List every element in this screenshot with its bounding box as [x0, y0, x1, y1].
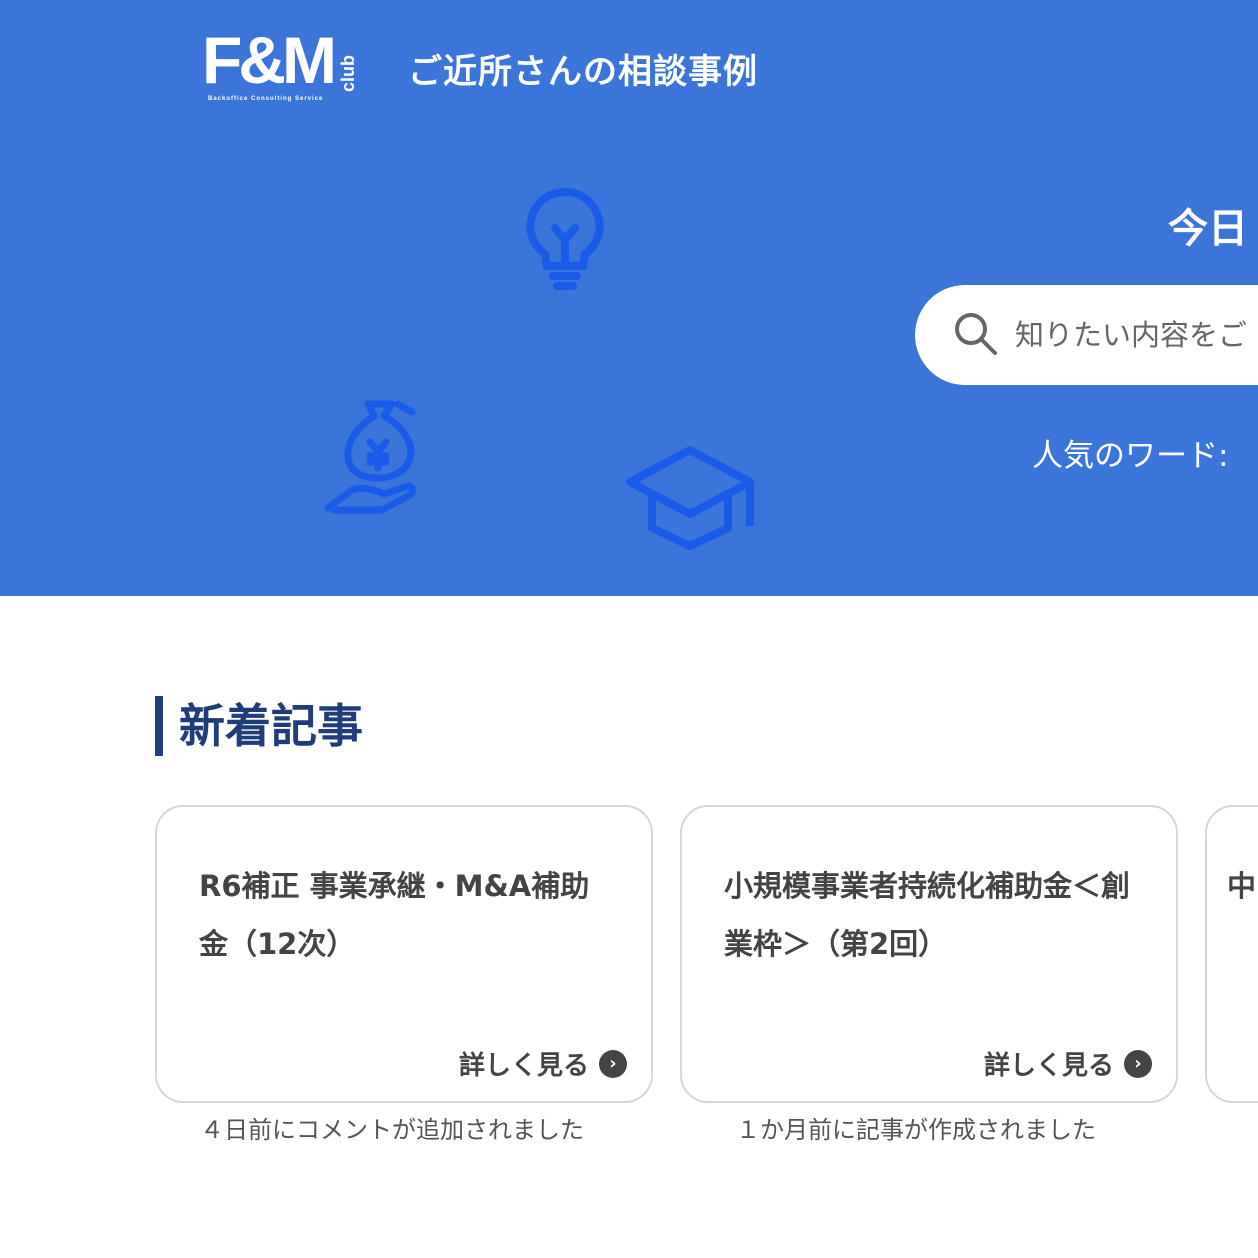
- read-more-label: 詳しく見る: [983, 1051, 1114, 1081]
- article-note: １か月前に記事が作成されました: [736, 1116, 1096, 1144]
- article-card[interactable]: 小規模事業者持続化補助金＜創業枠＞（第2回） 詳しく見る ›: [680, 805, 1178, 1103]
- search-icon[interactable]: [953, 311, 999, 357]
- section-title: 新着記事: [155, 696, 363, 756]
- chevron-right-icon: ›: [1124, 1049, 1152, 1078]
- hero-banner: F&M club Backoffice Consulting Service ご…: [0, 0, 1258, 596]
- logo-tagline: Backoffice Consulting Service: [208, 96, 324, 102]
- article-title[interactable]: R6補正 事業承継・M&A補助金（12次）: [199, 857, 611, 973]
- article-title[interactable]: 中: [1227, 857, 1258, 915]
- search-box[interactable]: [915, 285, 1258, 385]
- search-input[interactable]: [1015, 310, 1258, 360]
- article-title[interactable]: 小規模事業者持続化補助金＜創業枠＞（第2回）: [724, 857, 1136, 973]
- graduation-cap-icon: [626, 446, 754, 550]
- site-title[interactable]: ご近所さんの相談事例: [408, 44, 758, 93]
- popular-words-label: 人気のワード:: [1032, 438, 1229, 474]
- article-note: ４日前にコメントが追加されました: [200, 1116, 584, 1144]
- read-more-link[interactable]: 詳しく見る ›: [984, 1045, 1152, 1082]
- logo-sub: club: [338, 54, 358, 92]
- logo[interactable]: F&M club Backoffice Consulting Service: [200, 23, 360, 108]
- read-more-link[interactable]: 詳しく見る ›: [459, 1045, 627, 1082]
- money-bag-hand-icon: [324, 400, 416, 514]
- hero-heading: 今日: [1168, 206, 1248, 252]
- lightbulb-icon: [526, 188, 604, 290]
- chevron-right-icon: ›: [599, 1049, 627, 1078]
- article-card[interactable]: R6補正 事業承継・M&A補助金（12次） 詳しく見る ›: [155, 805, 653, 1103]
- logo-text: F&M: [202, 23, 337, 97]
- article-card[interactable]: 中: [1205, 805, 1258, 1103]
- read-more-label: 詳しく見る: [458, 1051, 589, 1081]
